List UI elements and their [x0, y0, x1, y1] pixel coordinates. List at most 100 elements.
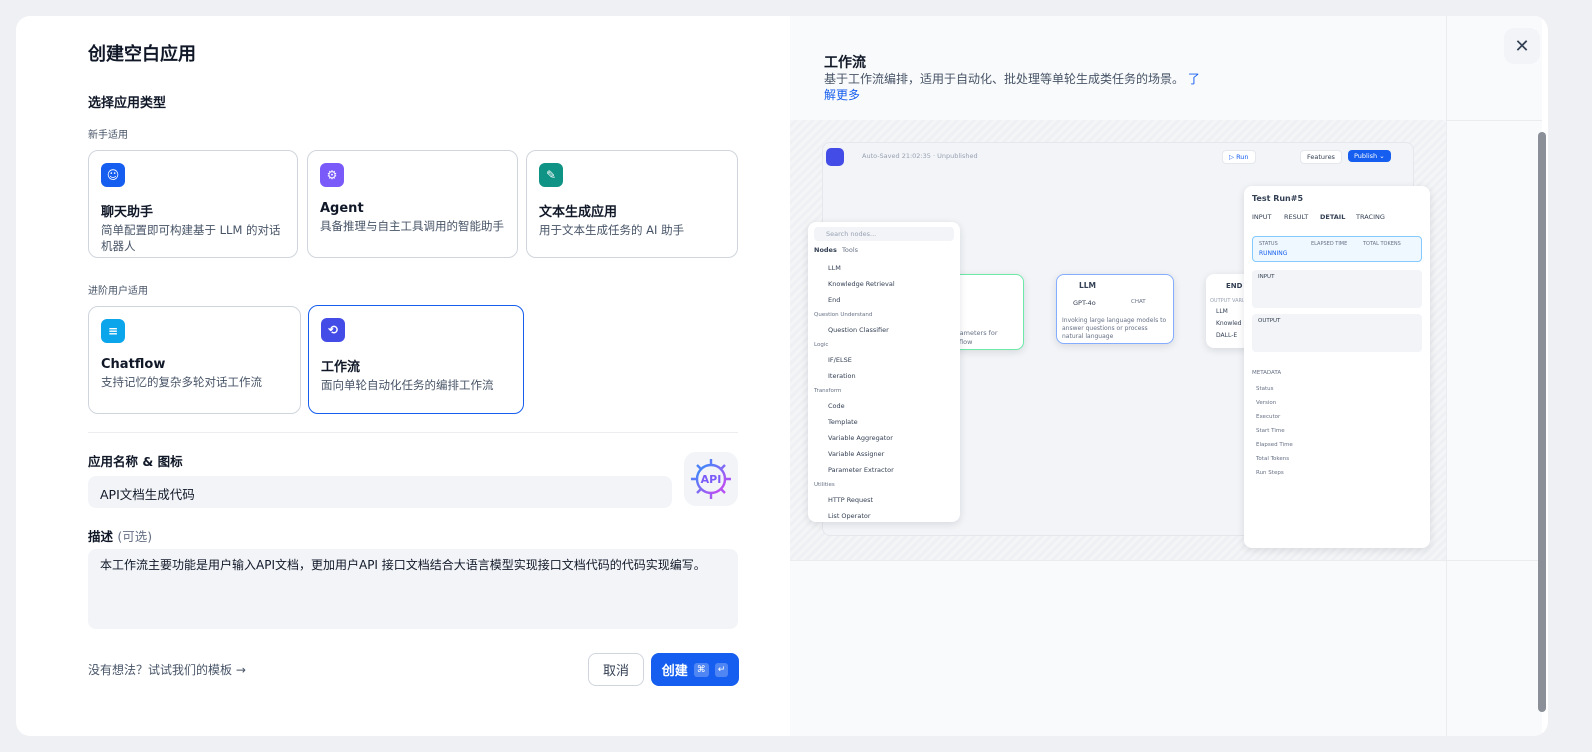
text-generator-icon: ✎ — [539, 163, 563, 187]
close-button[interactable]: ✕ — [1504, 28, 1540, 64]
run-tab: INPUT — [1252, 213, 1272, 221]
meta-row: Run Steps — [1256, 470, 1284, 476]
run-tab: DETAIL — [1320, 213, 1346, 221]
create-label: 创建 — [661, 664, 688, 679]
output-box: OUTPUT — [1252, 314, 1422, 352]
meta-row: Version — [1256, 400, 1277, 406]
cancel-button[interactable]: 取消 — [588, 653, 644, 686]
node-item: LLM — [828, 264, 841, 272]
card-workflow[interactable]: ⟲ 工作流 面向单轮自动化任务的编排工作流 — [308, 305, 524, 414]
features-button: Features — [1300, 150, 1342, 164]
create-button[interactable]: 创建 ⌘ ↵ — [651, 653, 739, 686]
card-agent[interactable]: ⚙ Agent 具备推理与自主工具调用的智能助手 — [307, 150, 518, 258]
node-group: Transform — [814, 388, 842, 394]
node-search-input: Search nodes... — [814, 227, 954, 241]
template-link[interactable]: 没有想法？试试我们的模板 → — [88, 661, 246, 678]
modal-title: 创建空白应用 — [88, 44, 196, 65]
card-chatflow[interactable]: ≡ Chatflow 支持记忆的复杂多轮对话工作流 — [88, 306, 301, 414]
cmd-key-icon: ⌘ — [693, 662, 709, 677]
end-var: Knowled — [1216, 320, 1242, 327]
test-run-panel: Test Run#5 INPUT RESULT DETAIL TRACING S… — [1244, 186, 1430, 548]
start-node-text: flow — [959, 338, 973, 346]
node-group: Logic — [814, 342, 829, 348]
input-label: INPUT — [1258, 274, 1275, 280]
input-box: INPUT — [1252, 270, 1422, 308]
optional-tag: (可选) — [117, 529, 153, 544]
app-name-input[interactable]: API文档生成代码 — [88, 476, 672, 508]
meta-row: Total Tokens — [1256, 456, 1290, 462]
status-label: STATUS — [1259, 241, 1278, 247]
preview-panel: 工作流 基于工作流编排，适用于自动化、批处理等单轮生成类任务的场景。 了解更多 … — [790, 16, 1542, 736]
arrow-right-icon: → — [235, 663, 246, 677]
card-chat-assistant[interactable]: ☺ 聊天助手 简单配置即可构建基于 LLM 的对话机器人 — [88, 150, 298, 258]
create-app-modal: 创建空白应用 选择应用类型 新手适用 ☺ 聊天助手 简单配置即可构建基于 LLM… — [16, 16, 1548, 736]
llm-chat-tag: CHAT — [1131, 299, 1146, 305]
tokens-label: TOTAL TOKENS — [1363, 241, 1401, 247]
enter-key-icon: ↵ — [714, 662, 729, 677]
tab-nodes: Nodes — [814, 246, 837, 254]
llm-model: GPT-4o — [1073, 299, 1096, 307]
agent-icon: ⚙ — [320, 163, 344, 187]
card-desc: 具备推理与自主工具调用的智能助手 — [320, 219, 504, 233]
end-var: LLM — [1216, 308, 1228, 315]
svg-text:API: API — [701, 473, 722, 486]
run-button: ▷ Run — [1222, 150, 1256, 164]
llm-node-title: LLM — [1079, 281, 1097, 290]
card-title: Agent — [320, 201, 364, 216]
name-icon-label: 应用名称 & 图标 — [88, 454, 183, 469]
status-box: STATUS RUNNING ELAPSED TIME TOTAL TOKENS — [1252, 236, 1422, 262]
status-value: RUNNING — [1259, 250, 1288, 257]
close-icon: ✕ — [1514, 35, 1530, 57]
metadata-label: METADATA — [1252, 370, 1282, 376]
card-title: 聊天助手 — [101, 205, 154, 220]
node-item: Variable Assigner — [828, 450, 885, 458]
api-gear-icon: API — [691, 459, 731, 499]
scrollbar[interactable] — [1538, 132, 1546, 712]
workflow-icon: ⟲ — [321, 318, 345, 342]
chat-bot-icon: ☺ — [101, 163, 125, 187]
advanced-label: 进阶用户适用 — [88, 286, 148, 297]
card-text-generator[interactable]: ✎ 文本生成应用 用于文本生成任务的 AI 助手 — [526, 150, 738, 258]
run-tab: TRACING — [1356, 213, 1385, 221]
meta-row: Executor — [1256, 414, 1281, 420]
card-title: 文本生成应用 — [539, 205, 618, 220]
node-item: Variable Aggregator — [828, 434, 893, 442]
node-item: Question Classifier — [828, 326, 889, 334]
test-run-title: Test Run#5 — [1252, 194, 1304, 203]
node-item: HTTP Request — [828, 496, 874, 504]
select-type-heading: 选择应用类型 — [88, 96, 167, 111]
tab-tools: Tools — [842, 246, 859, 254]
meta-row: Elapsed Time — [1256, 442, 1293, 448]
workflow-preview-image: Auto-Saved 21:02:35 · Unpublished ▷ Run … — [790, 120, 1446, 560]
card-desc: 简单配置即可构建基于 LLM 的对话机器人 — [101, 223, 281, 253]
node-picker-panel: Search nodes... Nodes Tools LLM Knowledg… — [808, 222, 960, 522]
end-output-label: OUTPUT VARIA — [1210, 298, 1247, 304]
llm-node: LLM GPT-4o CHAT Invoking large language … — [1056, 274, 1174, 344]
node-group: Question Understand — [814, 312, 873, 318]
node-item: End — [828, 296, 841, 304]
desc-label-text: 描述 — [88, 529, 114, 544]
run-tab: RESULT — [1284, 213, 1309, 221]
meta-row: Start Time — [1256, 428, 1285, 434]
end-node-title: END — [1226, 282, 1243, 290]
grid-line — [1446, 16, 1447, 736]
divider — [88, 432, 738, 433]
node-item: Knowledge Retrieval — [828, 280, 895, 288]
card-desc: 用于文本生成任务的 AI 助手 — [539, 223, 685, 237]
description-textarea[interactable]: 本工作流主要功能是用户输入API文档，更加用户API 接口文档结合大语言模型实现… — [88, 549, 738, 629]
preview-desc: 基于工作流编排，适用于自动化、批处理等单轮生成类任务的场景。 了解更多 — [824, 71, 1204, 103]
node-item: Iteration — [828, 372, 856, 380]
autosave-text: Auto-Saved 21:02:35 · Unpublished — [862, 152, 978, 160]
card-title: Chatflow — [101, 357, 166, 372]
card-desc: 面向单轮自动化任务的编排工作流 — [321, 378, 494, 392]
app-logo-icon — [826, 148, 844, 166]
desc-label: 描述 (可选) — [88, 526, 152, 545]
app-icon-picker[interactable]: API — [684, 452, 738, 506]
output-label: OUTPUT — [1258, 318, 1281, 324]
grid-line — [790, 560, 1542, 561]
chatflow-icon: ≡ — [101, 319, 125, 343]
node-group: Utilities — [814, 482, 835, 488]
node-item: List Operator — [828, 512, 871, 520]
card-title: 工作流 — [321, 360, 361, 375]
llm-node-desc: Invoking large language models to answer… — [1062, 317, 1167, 340]
